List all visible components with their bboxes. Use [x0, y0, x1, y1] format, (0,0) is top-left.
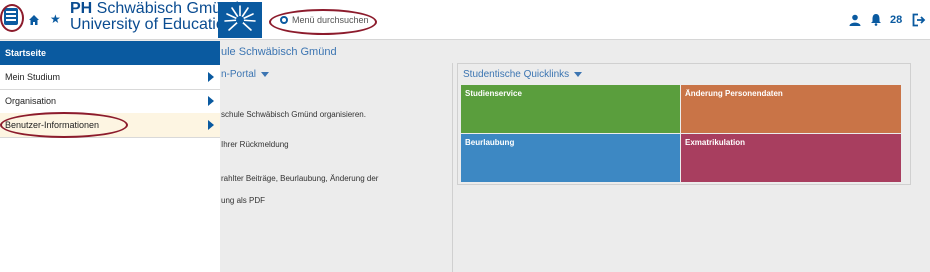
chevron-right-icon [208, 96, 214, 106]
portal-text-line: schule Schwäbisch Gmünd organisieren. [221, 110, 366, 119]
menu-search[interactable] [270, 10, 376, 34]
chevron-right-icon [208, 72, 214, 82]
chevron-down-icon [574, 71, 583, 77]
logo-abbreviation: PH [70, 0, 93, 17]
sidebar-item-label: Startseite [5, 48, 47, 58]
logout-icon[interactable] [912, 13, 926, 27]
tile-beurlaubung[interactable]: Beurlaubung [461, 134, 680, 182]
menu-icon[interactable] [4, 8, 18, 25]
sidebar-divider [0, 137, 220, 138]
sidebar-item-startseite[interactable]: Startseite [0, 41, 220, 65]
tile-exmatrikulation[interactable]: Exmatrikulation [681, 134, 901, 182]
tile-aenderung-personendaten[interactable]: Änderung Personendaten [681, 85, 901, 133]
notification-count[interactable]: 28 [890, 14, 902, 26]
chevron-right-icon [208, 120, 214, 130]
star-icon[interactable]: ★ [50, 12, 61, 26]
quicklinks-title[interactable]: Studentische Quicklinks [463, 69, 583, 80]
quicklinks-title-text: Studentische Quicklinks [463, 69, 570, 80]
chevron-down-icon [261, 71, 270, 77]
sidebar-item-label: Mein Studium [5, 72, 61, 82]
sidebar-item-label: Organisation [5, 96, 57, 106]
portal-panel-title[interactable]: n-Portal [221, 69, 270, 80]
portal-text-line: rahlter Beiträge, Beurlaubung, Änderung … [221, 174, 379, 183]
sidebar-menu: Startseite Mein Studium Organisation Ben… [0, 41, 220, 272]
portal-panel-title-text: n-Portal [221, 69, 257, 80]
search-input[interactable] [292, 12, 372, 28]
university-logo-text[interactable]: PH Schwäbisch Gmünd University of Educat… [70, 1, 239, 33]
portal-text-line: Ihrer Rückmeldung [221, 140, 289, 149]
logo-subtitle: University of Education [70, 16, 234, 33]
sidebar-item-label: Benutzer-Informationen [5, 120, 100, 130]
top-bar: ★ PH Schwäbisch Gmünd University of Educ… [0, 0, 930, 40]
sidebar-item-benutzer-informationen[interactable]: Benutzer-Informationen [0, 113, 220, 137]
page-title: ule Schwäbisch Gmünd [221, 46, 337, 58]
portal-panel [221, 63, 453, 272]
sidebar-item-mein-studium[interactable]: Mein Studium [0, 65, 220, 89]
bell-icon[interactable] [870, 13, 882, 26]
user-icon[interactable] [849, 14, 861, 26]
sidebar-item-organisation[interactable]: Organisation [0, 89, 220, 113]
home-icon[interactable] [28, 14, 40, 26]
logo-sunburst-icon [218, 2, 262, 38]
portal-text-line: ung als PDF [221, 196, 266, 205]
tile-studienservice[interactable]: Studienservice [461, 85, 680, 133]
logo-name: Schwäbisch Gmünd [92, 0, 239, 17]
search-icon [280, 16, 288, 24]
